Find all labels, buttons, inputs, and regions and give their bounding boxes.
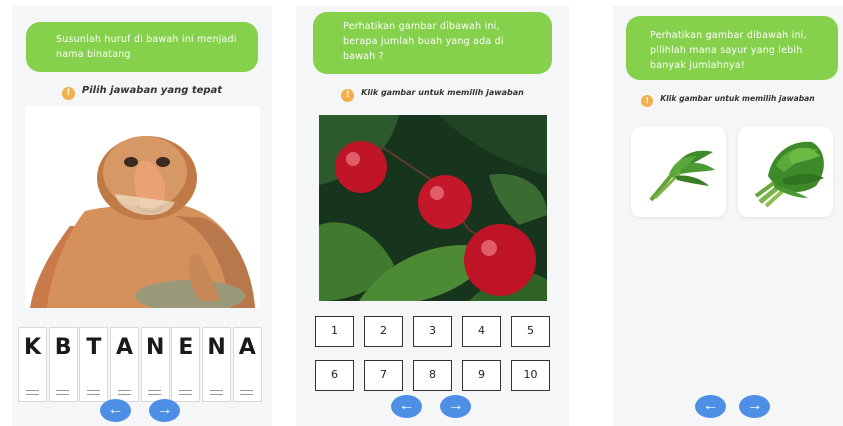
instruction-bubble: Perhatikan gambar dibawah ini, pilihlah … bbox=[626, 16, 838, 80]
slot-marker bbox=[148, 390, 162, 395]
instruction-bubble: Perhatikan gambar dibawah ini, berapa ju… bbox=[313, 12, 552, 74]
slot-marker bbox=[56, 390, 70, 395]
back-button[interactable]: ← bbox=[695, 395, 726, 418]
slot-marker bbox=[209, 390, 223, 395]
screen-count-fruit: Perhatikan gambar dibawah ini, berapa ju… bbox=[296, 6, 569, 426]
number-choice[interactable]: 3 bbox=[413, 316, 452, 347]
hint-row: ! Klik gambar untuk memilih jawaban bbox=[613, 94, 843, 107]
info-icon: ! bbox=[61, 87, 75, 100]
letter-tiles: K B T A N E N A bbox=[18, 327, 264, 402]
arrow-right-icon: → bbox=[746, 397, 763, 414]
instruction-bubble: Susunlah huruf di bawah ini menjadi nama… bbox=[26, 22, 258, 72]
info-icon: ! bbox=[341, 89, 355, 102]
fruit-image bbox=[319, 115, 547, 301]
back-button[interactable]: ← bbox=[391, 395, 422, 418]
slot-marker bbox=[25, 390, 39, 395]
hint-row: ! Klik gambar untuk memilih jawaban bbox=[296, 88, 569, 102]
hint-text: Pilih jawaban yang tepat bbox=[81, 85, 223, 96]
instruction-text: Perhatikan gambar dibawah ini, berapa ju… bbox=[343, 21, 504, 62]
number-choice[interactable]: 7 bbox=[364, 360, 403, 391]
arrow-left-icon: ← bbox=[107, 401, 124, 418]
info-icon: ! bbox=[641, 95, 654, 107]
letter-tile[interactable]: K bbox=[18, 327, 47, 402]
letter-tile[interactable]: A bbox=[110, 327, 140, 402]
number-choice[interactable]: 10 bbox=[511, 360, 550, 391]
instruction-text: Susunlah huruf di bawah ini menjadi nama… bbox=[56, 34, 237, 60]
slot-marker bbox=[117, 390, 131, 395]
screen-compare-vegetables: Perhatikan gambar dibawah ini, pilihlah … bbox=[613, 6, 843, 426]
number-choice[interactable]: 9 bbox=[462, 360, 501, 391]
letter-tile[interactable]: B bbox=[48, 327, 78, 402]
letter-tile[interactable]: N bbox=[202, 327, 232, 402]
vegetable-choice-large[interactable] bbox=[738, 126, 833, 217]
arrow-left-icon: ← bbox=[702, 397, 719, 414]
arrow-right-icon: → bbox=[156, 401, 173, 418]
hint-text: Klik gambar untuk memilih jawaban bbox=[361, 88, 524, 97]
screen-animal-name: Susunlah huruf di bawah ini menjadi nama… bbox=[12, 6, 272, 426]
letter-tile[interactable]: N bbox=[140, 327, 170, 402]
hint-text: Klik gambar untuk memilih jawaban bbox=[660, 94, 815, 103]
vegetable-choice-small[interactable] bbox=[631, 126, 726, 217]
letter-tile[interactable]: A bbox=[232, 327, 262, 402]
slot-marker bbox=[240, 390, 254, 395]
next-button[interactable]: → bbox=[739, 395, 770, 418]
letter-tile[interactable]: E bbox=[171, 327, 201, 402]
slot-marker bbox=[86, 390, 100, 395]
proboscis-monkey-image bbox=[25, 106, 260, 312]
number-choice[interactable]: 8 bbox=[413, 360, 452, 391]
letter-tile[interactable]: T bbox=[79, 327, 109, 402]
instruction-text: Perhatikan gambar dibawah ini, pilihlah … bbox=[650, 30, 807, 71]
arrow-left-icon: ← bbox=[398, 397, 415, 414]
next-button[interactable]: → bbox=[440, 395, 471, 418]
number-choice[interactable]: 4 bbox=[462, 316, 501, 347]
slot-marker bbox=[178, 390, 192, 395]
hint-row: ! Pilih jawaban yang tepat bbox=[12, 85, 272, 100]
number-choice[interactable]: 2 bbox=[364, 316, 403, 347]
number-choice[interactable]: 1 bbox=[315, 316, 354, 347]
arrow-right-icon: → bbox=[447, 397, 464, 414]
next-button[interactable]: → bbox=[149, 399, 180, 422]
back-button[interactable]: ← bbox=[100, 399, 131, 422]
number-choice[interactable]: 5 bbox=[511, 316, 550, 347]
number-choice[interactable]: 6 bbox=[315, 360, 354, 391]
